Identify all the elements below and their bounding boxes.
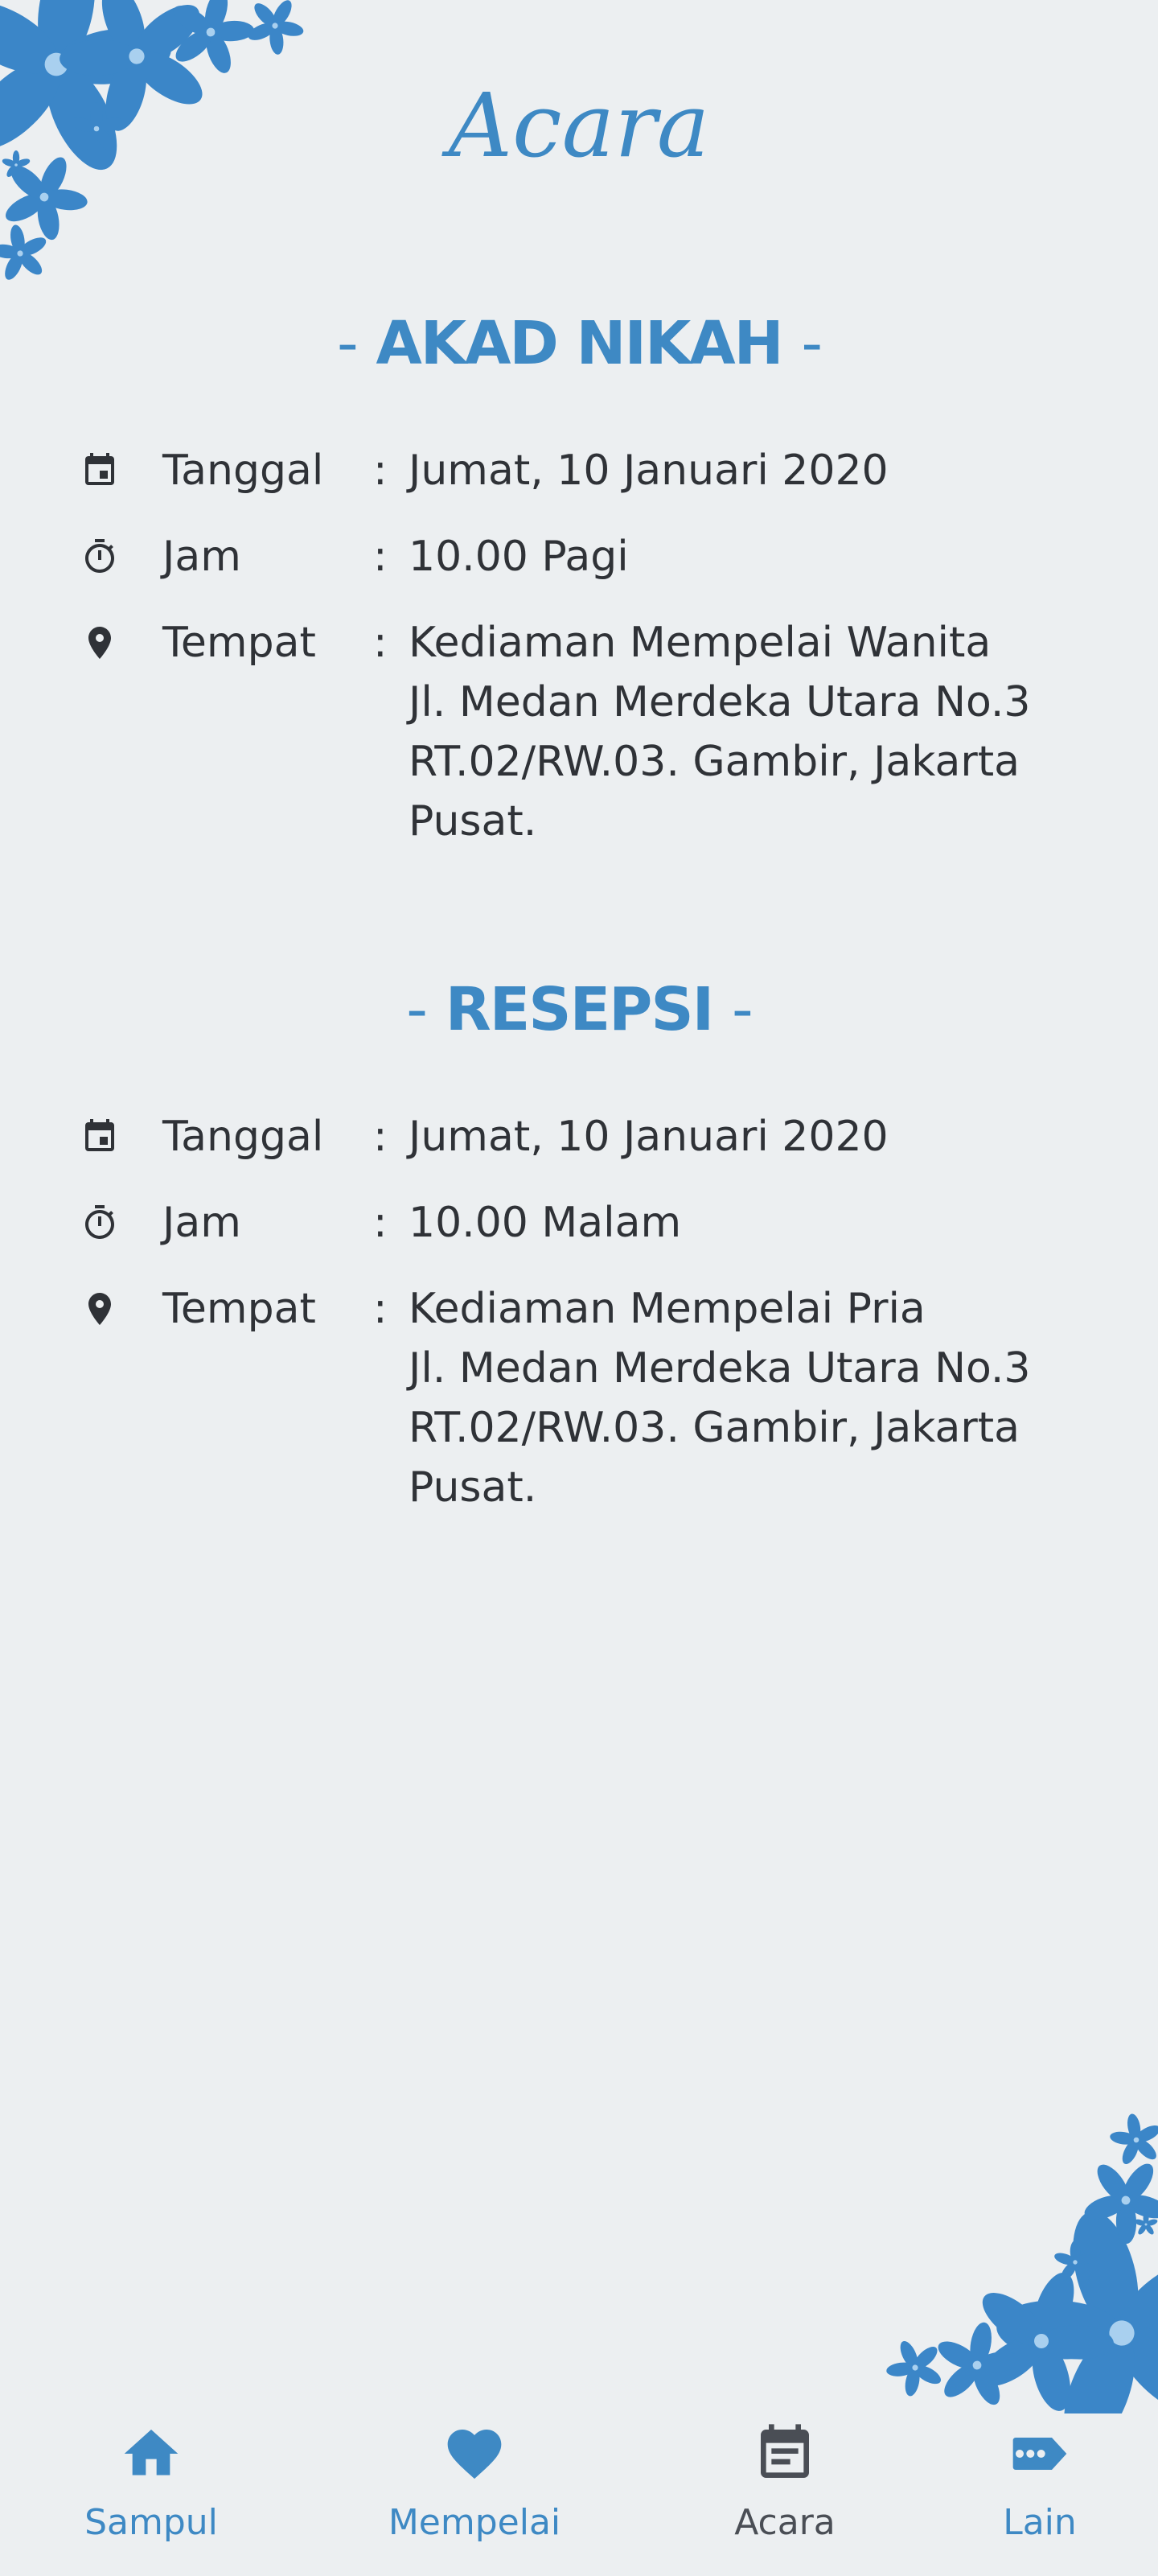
section-title-resepsi: - RESEPSI - <box>0 980 1158 1039</box>
detail-row-time: Jam : 10.00 Pagi <box>80 527 1078 586</box>
detail-row-time: Jam : 10.00 Malam <box>80 1193 1078 1253</box>
floral-decoration-bottom-right <box>876 2109 1158 2413</box>
detail-separator: : <box>373 533 388 581</box>
detail-label: Tanggal <box>162 1113 324 1161</box>
detail-label: Jam <box>162 533 241 581</box>
detail-separator: : <box>373 446 388 495</box>
bottom-navigation: Sampul Mempelai Acara Lain <box>0 2413 1158 2576</box>
title-dash-left: - <box>336 309 359 378</box>
more-chat-icon <box>1008 2413 1072 2494</box>
nav-label: Sampul <box>84 2502 218 2543</box>
detail-separator: : <box>373 1285 388 1333</box>
detail-value: Jumat, 10 Januari 2020 <box>409 446 889 495</box>
nav-label: Lain <box>1003 2502 1077 2543</box>
detail-label: Jam <box>162 1199 241 1247</box>
detail-row-place: Tempat : Kediaman Mempelai Pria Jl. Meda… <box>80 1279 1078 1517</box>
title-dash-right: - <box>801 309 823 378</box>
detail-separator: : <box>373 1113 388 1161</box>
timer-icon <box>80 1193 129 1253</box>
event-details-akad-nikah: Tanggal : Jumat, 10 Januari 2020 Jam : 1… <box>80 441 1078 878</box>
timer-icon <box>80 527 129 586</box>
title-dash-left: - <box>406 975 428 1044</box>
detail-row-date: Tanggal : Jumat, 10 Januari 2020 <box>80 441 1078 500</box>
section-title-text: AKAD NIKAH <box>376 309 783 378</box>
calendar-icon <box>80 1107 129 1167</box>
detail-value: Jumat, 10 Januari 2020 <box>409 1113 889 1161</box>
title-dash-right: - <box>731 975 754 1044</box>
location-pin-icon <box>80 613 129 673</box>
nav-item-mempelai[interactable]: Mempelai <box>378 2413 571 2547</box>
calendar-icon <box>80 441 129 500</box>
detail-row-date: Tanggal : Jumat, 10 Januari 2020 <box>80 1107 1078 1167</box>
detail-value: Kediaman Mempelai Pria Jl. Medan Merdeka… <box>409 1285 1031 1512</box>
event-note-icon <box>753 2413 817 2494</box>
nav-item-acara[interactable]: Acara <box>704 2413 865 2547</box>
detail-label: Tanggal <box>162 446 324 495</box>
detail-value: 10.00 Malam <box>409 1199 682 1247</box>
detail-label: Tempat <box>162 1285 316 1333</box>
detail-separator: : <box>373 1199 388 1247</box>
detail-value: Kediaman Mempelai Wanita Jl. Medan Merde… <box>409 619 1031 846</box>
detail-separator: : <box>373 619 388 667</box>
home-icon <box>119 2413 183 2494</box>
heart-icon <box>442 2413 507 2494</box>
detail-row-place: Tempat : Kediaman Mempelai Wanita Jl. Me… <box>80 613 1078 851</box>
section-title-akad-nikah: - AKAD NIKAH - <box>0 314 1158 373</box>
nav-item-sampul[interactable]: Sampul <box>71 2413 232 2547</box>
nav-label: Acara <box>734 2502 836 2543</box>
page-title: Acara <box>448 74 710 177</box>
location-pin-icon <box>80 1279 129 1339</box>
event-details-resepsi: Tanggal : Jumat, 10 Januari 2020 Jam : 1… <box>80 1107 1078 1544</box>
detail-value: 10.00 Pagi <box>409 533 629 581</box>
nav-item-lain[interactable]: Lain <box>959 2413 1120 2547</box>
nav-label: Mempelai <box>388 2502 561 2543</box>
detail-label: Tempat <box>162 619 316 667</box>
section-title-text: RESEPSI <box>445 975 714 1044</box>
